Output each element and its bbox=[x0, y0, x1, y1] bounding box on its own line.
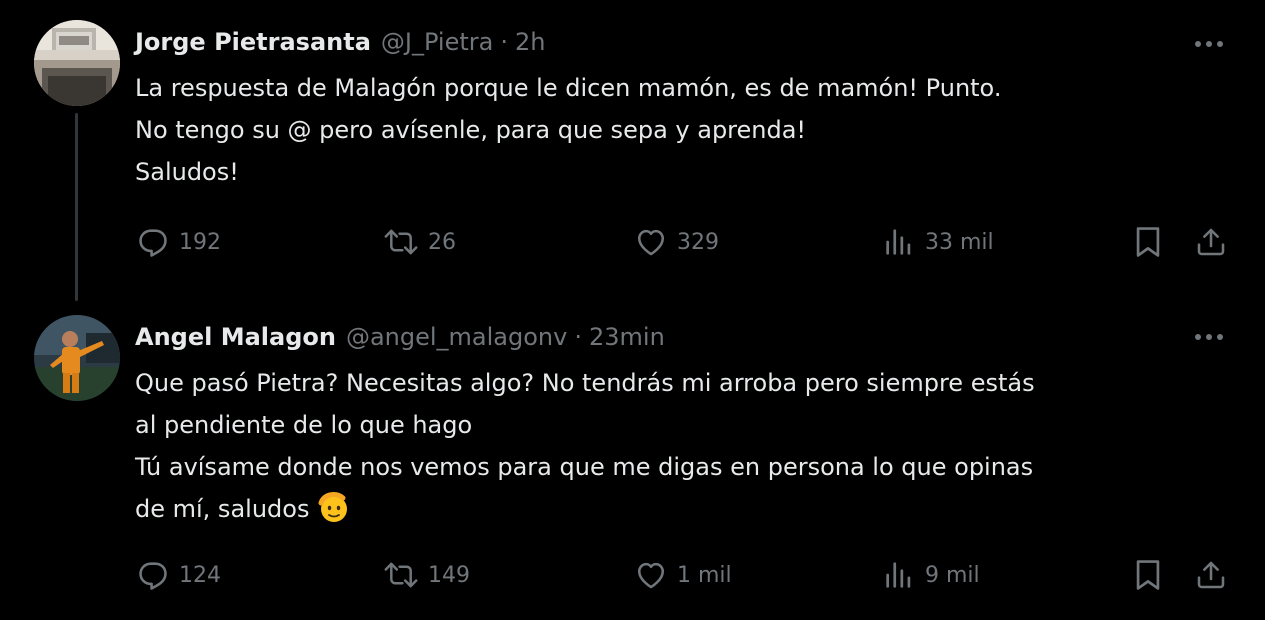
tweet-text-line: al pendiente de lo que hago bbox=[135, 411, 473, 439]
tweet-actions: 124 149 1 mil 9 mil bbox=[0, 555, 1265, 595]
display-name[interactable]: Jorge Pietrasanta bbox=[135, 28, 371, 56]
tweet-text-segment: de mí, saludos bbox=[135, 495, 310, 523]
timestamp[interactable]: 2h bbox=[515, 28, 545, 56]
more-options-button[interactable] bbox=[1191, 26, 1227, 62]
tweet-header: Jorge Pietrasanta @J_Pietra · 2h bbox=[135, 24, 545, 60]
reply-button[interactable]: 124 bbox=[136, 555, 221, 595]
tweet-thread: Jorge Pietrasanta @J_Pietra · 2h La resp… bbox=[0, 0, 1265, 620]
user-handle[interactable]: @J_Pietra bbox=[381, 28, 493, 56]
bookmark-icon bbox=[1133, 558, 1163, 592]
retweet-icon bbox=[383, 558, 419, 592]
bookmark-button[interactable] bbox=[1133, 222, 1163, 262]
avatar-angel-malagon[interactable] bbox=[34, 315, 120, 401]
like-button[interactable]: 329 bbox=[634, 222, 719, 262]
reply-count: 124 bbox=[179, 562, 221, 588]
tweet-text-line: Tú avísame donde nos vemos para que me d… bbox=[135, 453, 1034, 481]
share-icon bbox=[1195, 558, 1227, 592]
share-button[interactable] bbox=[1195, 222, 1227, 262]
reply-icon bbox=[136, 558, 170, 592]
tweet-actions: 192 26 329 33 mil bbox=[0, 222, 1265, 262]
tweet-text-line-last: de mí, saludos bbox=[135, 488, 1225, 530]
like-button[interactable]: 1 mil bbox=[634, 555, 732, 595]
thread-connector-line bbox=[75, 113, 78, 301]
bookmark-button[interactable] bbox=[1133, 555, 1163, 595]
tweet-text-line: Que pasó Pietra? Necesitas algo? No tend… bbox=[135, 369, 1035, 397]
heart-icon bbox=[634, 558, 668, 592]
tweet-text-line: No tengo su @ pero avísenle, para que se… bbox=[135, 116, 807, 144]
views-count: 9 mil bbox=[925, 562, 980, 588]
saluting-face-emoji bbox=[315, 489, 351, 525]
separator-dot: · bbox=[574, 323, 582, 351]
tweet-text: La respuesta de Malagón porque le dicen … bbox=[135, 67, 1225, 193]
more-options-icon bbox=[1194, 40, 1224, 48]
timestamp[interactable]: 23min bbox=[589, 323, 665, 351]
reply-count: 192 bbox=[179, 229, 221, 255]
share-button[interactable] bbox=[1195, 555, 1227, 595]
retweet-icon bbox=[383, 225, 419, 259]
more-options-icon bbox=[1194, 333, 1224, 341]
retweet-button[interactable]: 149 bbox=[383, 555, 470, 595]
more-options-button[interactable] bbox=[1191, 319, 1227, 355]
views-count: 33 mil bbox=[925, 229, 994, 255]
reply-icon bbox=[136, 225, 170, 259]
views-chart-icon bbox=[882, 225, 916, 259]
retweet-count: 149 bbox=[428, 562, 470, 588]
reply-button[interactable]: 192 bbox=[136, 222, 221, 262]
views-button[interactable]: 33 mil bbox=[882, 222, 994, 262]
tweet-jorge-pietrasanta[interactable]: Jorge Pietrasanta @J_Pietra · 2h La resp… bbox=[0, 0, 1265, 301]
tweet-header: Angel Malagon @angel_malagonv · 23min bbox=[135, 319, 665, 355]
retweet-count: 26 bbox=[428, 229, 456, 255]
tweet-text-line: Saludos! bbox=[135, 158, 239, 186]
user-handle[interactable]: @angel_malagonv bbox=[346, 323, 567, 351]
tweet-text-line: La respuesta de Malagón porque le dicen … bbox=[135, 74, 1002, 102]
avatar-jorge-pietrasanta[interactable] bbox=[34, 20, 120, 106]
heart-icon bbox=[634, 225, 668, 259]
display-name[interactable]: Angel Malagon bbox=[135, 323, 336, 351]
bookmark-icon bbox=[1133, 225, 1163, 259]
like-count: 329 bbox=[677, 229, 719, 255]
share-icon bbox=[1195, 225, 1227, 259]
retweet-button[interactable]: 26 bbox=[383, 222, 456, 262]
views-button[interactable]: 9 mil bbox=[882, 555, 980, 595]
separator-dot: · bbox=[500, 28, 508, 56]
views-chart-icon bbox=[882, 558, 916, 592]
tweet-text: Que pasó Pietra? Necesitas algo? No tend… bbox=[135, 362, 1225, 530]
like-count: 1 mil bbox=[677, 562, 732, 588]
tweet-angel-malagon[interactable]: Angel Malagon @angel_malagonv · 23min Qu… bbox=[0, 305, 1265, 620]
